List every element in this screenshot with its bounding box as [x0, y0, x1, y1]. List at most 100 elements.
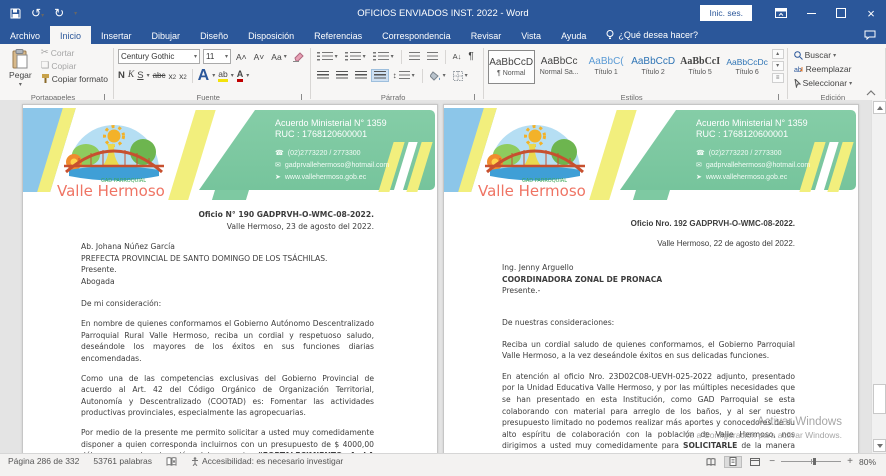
zoom-slider[interactable]: [781, 461, 841, 462]
undo-icon[interactable]: ↺▾: [31, 6, 44, 20]
tab-inicio[interactable]: Inicio: [50, 26, 91, 44]
minimize-button[interactable]: [796, 0, 826, 26]
format-painter-button[interactable]: Copiar formato: [39, 73, 110, 85]
strikethrough-button[interactable]: abc: [153, 71, 166, 80]
style-titulo-1[interactable]: AaBbC(Título 1: [584, 50, 629, 82]
highlight-dropdown-icon[interactable]: ▾: [231, 72, 234, 79]
page-indicator[interactable]: Página 286 de 332: [8, 456, 79, 466]
sort-button[interactable]: A↓: [451, 51, 464, 62]
collapse-ribbon-icon[interactable]: [866, 89, 876, 97]
align-left-button[interactable]: [315, 70, 331, 81]
qat-customize-icon[interactable]: ▾: [74, 10, 77, 17]
shrink-font-button[interactable]: A˅: [252, 51, 267, 63]
tab-correspondencia[interactable]: Correspondencia: [372, 26, 461, 44]
tab-insertar[interactable]: Insertar: [91, 26, 142, 44]
zoom-out-icon[interactable]: −: [769, 456, 775, 467]
underline-button[interactable]: S: [137, 71, 143, 81]
find-button[interactable]: Buscar▾: [792, 49, 882, 61]
sign-in-button[interactable]: Inic. ses.: [700, 5, 752, 21]
shading-button[interactable]: ▾: [428, 70, 448, 82]
paste-button[interactable]: Pegar ▾: [4, 49, 37, 88]
word-count[interactable]: 53761 palabras: [93, 456, 152, 466]
scroll-down-icon[interactable]: [873, 439, 886, 452]
text-effects-dropdown-icon[interactable]: ▾: [212, 72, 215, 79]
select-cursor-icon: [794, 79, 801, 88]
decrease-indent-button[interactable]: [407, 51, 422, 62]
grow-font-button[interactable]: A˄: [234, 51, 249, 63]
superscript-button[interactable]: x2: [179, 71, 187, 81]
scrollbar-thumb[interactable]: [873, 384, 886, 414]
salutation-1: De mi consideración:: [23, 298, 437, 310]
align-right-button[interactable]: [353, 70, 369, 81]
bullets-button[interactable]: ▾: [315, 51, 340, 62]
style-titulo-2[interactable]: AaBbCcDTítulo 2: [631, 50, 676, 82]
accessibility-status[interactable]: Accesibilidad: es necesario investigar: [191, 456, 343, 466]
underline-dropdown-icon[interactable]: ▾: [147, 72, 150, 79]
styles-scroll-down-icon[interactable]: ▾: [772, 61, 784, 71]
highlight-color-button[interactable]: ab: [218, 69, 227, 82]
undo-dropdown-icon[interactable]: ▾: [41, 13, 44, 19]
scroll-up-icon[interactable]: [873, 101, 886, 114]
feedback-comment-icon[interactable]: [864, 30, 876, 40]
close-button[interactable]: ×: [856, 0, 886, 26]
styles-scroll-up-icon[interactable]: ▴: [772, 49, 784, 59]
select-button[interactable]: Seleccionar▾: [792, 77, 882, 89]
tab-revisar[interactable]: Revisar: [461, 26, 512, 44]
document-page-1[interactable]: Acuerdo Ministerial N° 1359 RUC : 176812…: [22, 104, 438, 453]
tell-me-box[interactable]: ¿Qué desea hacer?: [596, 26, 708, 44]
increase-indent-button[interactable]: [425, 51, 440, 62]
restore-button[interactable]: [826, 0, 856, 26]
style-titulo-5[interactable]: AaBbCcITítulo 5: [678, 50, 723, 82]
text-effects-button[interactable]: A: [198, 67, 210, 85]
italic-button[interactable]: K: [128, 71, 134, 81]
cut-button[interactable]: ✂Cortar: [39, 47, 110, 59]
bullets-icon: [322, 52, 333, 61]
paste-dropdown-icon[interactable]: ▾: [19, 81, 22, 88]
bold-button[interactable]: N: [118, 71, 125, 81]
vertical-scrollbar[interactable]: [871, 100, 886, 453]
oficio-date-1: Valle Hermoso, 23 de agosto del 2022.: [81, 221, 374, 233]
tab-archivo[interactable]: Archivo: [0, 26, 50, 44]
paragraph: Reciba un cordial saludo de quienes conf…: [444, 339, 858, 362]
valle-hermoso-logo: GAD PARROQUIAL Valle Hermoso: [476, 112, 592, 200]
subscript-button[interactable]: x2: [168, 71, 176, 81]
tab-dibujar[interactable]: Dibujar: [142, 26, 191, 44]
web-layout-icon[interactable]: [747, 457, 763, 467]
font-color-button[interactable]: A: [237, 69, 244, 82]
zoom-slider-thumb[interactable]: [813, 458, 816, 465]
numbering-button[interactable]: ▾: [343, 51, 368, 62]
justify-button[interactable]: [372, 70, 388, 81]
tab-referencias[interactable]: Referencias: [304, 26, 372, 44]
tab-diseno[interactable]: Diseño: [190, 26, 238, 44]
borders-button[interactable]: ▾: [451, 70, 470, 82]
clear-formatting-icon[interactable]: [292, 52, 304, 62]
show-marks-button[interactable]: ¶: [466, 50, 475, 63]
change-case-button[interactable]: Aa▾: [269, 51, 288, 63]
line-spacing-button[interactable]: ↕▾: [391, 70, 417, 81]
zoom-in-icon[interactable]: +: [847, 456, 853, 467]
read-mode-icon[interactable]: [703, 457, 719, 467]
tab-ayuda[interactable]: Ayuda: [551, 26, 596, 44]
document-area[interactable]: Acuerdo Ministerial N° 1359 RUC : 176812…: [0, 100, 872, 453]
zoom-level[interactable]: 80%: [859, 457, 876, 467]
ruc-number: RUC : 1768120600001: [275, 129, 389, 140]
document-page-2[interactable]: Acuerdo Ministerial N° 1359 RUC : 176812…: [443, 104, 859, 453]
styles-more-icon[interactable]: ≡: [772, 73, 784, 83]
font-color-dropdown-icon[interactable]: ▾: [246, 72, 249, 79]
style-normal[interactable]: AaBbCcD¶ Normal: [488, 50, 535, 84]
proofing-icon[interactable]: [166, 457, 177, 466]
tab-disposicion[interactable]: Disposición: [238, 26, 304, 44]
font-name-combo[interactable]: Century Gothic▾: [118, 49, 200, 64]
print-layout-icon[interactable]: [725, 457, 741, 467]
ribbon-display-options-icon[interactable]: [766, 0, 796, 26]
style-normal-sa[interactable]: AaBbCcNormal Sa...: [537, 50, 582, 82]
copy-button[interactable]: ❏Copiar: [39, 60, 110, 72]
align-center-button[interactable]: [334, 70, 350, 81]
replace-button[interactable]: ab Reemplazar: [792, 63, 882, 75]
tab-vista[interactable]: Vista: [511, 26, 551, 44]
multilevel-list-button[interactable]: ▾: [371, 51, 396, 62]
font-size-combo[interactable]: 11▾: [203, 49, 231, 64]
save-icon[interactable]: [10, 8, 21, 19]
redo-icon[interactable]: ↻: [54, 6, 64, 20]
style-titulo-6[interactable]: AaBbCcDcTítulo 6: [725, 50, 770, 82]
